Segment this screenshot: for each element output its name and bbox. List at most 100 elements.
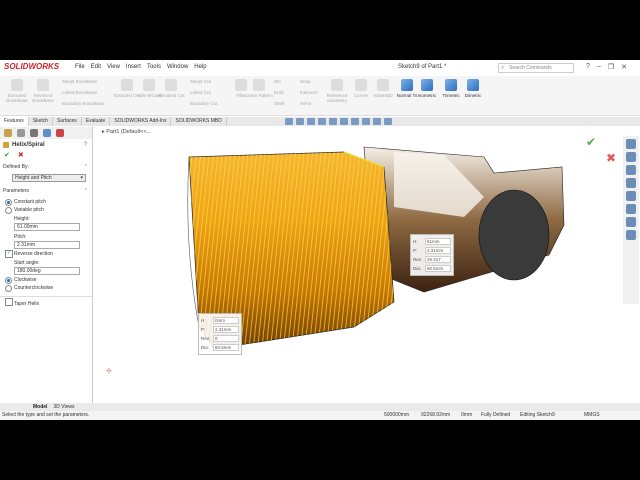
view-palette-icon[interactable] <box>626 191 636 201</box>
linear-pattern-button[interactable]: Linear Pattern <box>244 78 274 112</box>
constant-pitch-radio[interactable]: Constant pitch <box>0 197 92 206</box>
curves-label: Curves <box>353 93 369 98</box>
confirm-corner-ok-icon[interactable]: ✔ <box>586 135 596 149</box>
callout-height-value[interactable]: 61mm <box>425 238 451 245</box>
graphics-area[interactable]: ▸ Part1 (Default<<... H: 61mm P: 2.31mm Re… <box>94 127 622 405</box>
configuration-manager-icon[interactable] <box>30 129 38 137</box>
start-height-value[interactable]: 0mm <box>213 317 239 324</box>
variable-pitch-radio[interactable]: Variable pitch <box>0 205 92 214</box>
tab-evaluate[interactable]: Evaluate <box>82 117 111 126</box>
start-angle-field[interactable]: 180.00deg <box>14 267 80 275</box>
dimxpert-icon[interactable] <box>43 129 51 137</box>
tab-mbd[interactable]: SOLIDWORKS MBD <box>171 117 227 126</box>
intersect-button[interactable]: Intersect <box>300 90 317 95</box>
linear-pattern-label: Linear Pattern <box>244 93 274 98</box>
appearance-icon[interactable] <box>362 118 370 125</box>
appearances-icon[interactable] <box>626 204 636 214</box>
swept-boss-button[interactable]: Swept Boss/Base <box>62 79 97 84</box>
boundary-boss-button[interactable]: Boundary Boss/Base <box>62 101 104 106</box>
helix-start-callout[interactable]: H: 0mm P: 2.31mm Rev: 0 Dia: 60.5mm <box>198 313 242 355</box>
extruded-boss-label: Extruded Boss/Base <box>6 93 28 103</box>
resources-icon[interactable] <box>626 152 636 162</box>
design-library-icon[interactable] <box>626 165 636 175</box>
hide-show-icon[interactable] <box>351 118 359 125</box>
start-rev-value[interactable]: 0 <box>213 335 239 342</box>
defined-by-select[interactable]: Height and Pitch ▾ <box>12 174 86 182</box>
tab-features[interactable]: Features <box>0 117 29 126</box>
property-manager-icon[interactable] <box>17 129 25 137</box>
menu-help[interactable]: Help <box>194 64 206 70</box>
start-pitch-value[interactable]: 2.31mm <box>213 326 239 333</box>
swept-cut-button[interactable]: Swept Cut <box>190 79 211 84</box>
status-hint: Select the type and set the parameters. <box>2 412 90 418</box>
display-style-icon[interactable] <box>340 118 348 125</box>
menu-edit[interactable]: Edit <box>91 64 101 70</box>
bottom-tabs: Model 3D Views <box>0 403 640 411</box>
tab-3d-views[interactable]: 3D Views <box>53 404 74 411</box>
tab-surfaces[interactable]: Surfaces <box>53 117 82 126</box>
start-dia-value[interactable]: 60.5mm <box>213 344 239 351</box>
scene-icon[interactable] <box>373 118 381 125</box>
shell-button[interactable]: Shell <box>274 101 284 106</box>
close-icon[interactable]: ✕ <box>621 63 627 71</box>
status-units[interactable]: MMGS <box>584 412 600 418</box>
window-controls: ? – ❐ ✕ <box>586 63 627 71</box>
section-view-icon[interactable] <box>318 118 326 125</box>
start-dia-row: Dia: 60.5mm <box>201 343 239 352</box>
pitch-label: Pitch: <box>14 234 27 240</box>
search-commands-input[interactable]: ⌕ Search Commands <box>498 63 574 73</box>
tab-addins[interactable]: SOLIDWORKS Add-Ins <box>110 117 172 126</box>
rib-button[interactable]: Rib <box>274 79 281 84</box>
zoom-area-icon[interactable] <box>296 118 304 125</box>
revolved-cut-button[interactable]: Revolved Cut <box>156 78 186 112</box>
draft-button[interactable]: Draft <box>274 90 284 95</box>
menu-insert[interactable]: Insert <box>126 64 141 70</box>
callout-rev-value[interactable]: 26.417 <box>425 256 451 263</box>
confirm-corner-cancel-icon[interactable]: ✖ <box>606 151 616 165</box>
custom-properties-icon[interactable] <box>626 217 636 227</box>
cancel-button[interactable]: ✖ <box>18 151 24 161</box>
restore-icon[interactable]: ❐ <box>608 63 614 71</box>
helix-preview-graphic <box>187 146 565 350</box>
reference-geometry-label: Reference Geometry <box>326 93 348 103</box>
lofted-boss-button[interactable]: Lofted Boss/Base <box>62 90 97 95</box>
status-x: 500000mm <box>384 412 410 418</box>
callout-dia-value[interactable]: 60.5mm <box>425 265 451 272</box>
minimize-icon[interactable]: – <box>597 63 601 71</box>
forum-icon[interactable] <box>626 230 636 240</box>
zoom-to-fit-icon[interactable] <box>285 118 293 125</box>
tab-sketch[interactable]: Sketch <box>29 117 54 126</box>
pitch-field[interactable]: 2.31mm <box>14 241 80 249</box>
wrap-button[interactable]: Wrap <box>300 79 311 84</box>
defined-by-header[interactable]: Defined By: ⌃ <box>0 161 92 173</box>
view-settings-icon[interactable] <box>384 118 392 125</box>
parameters-header[interactable]: Parameters ⌃ <box>0 185 92 197</box>
home-icon[interactable] <box>626 139 636 149</box>
boundary-cut-button[interactable]: Boundary Cut <box>190 101 218 106</box>
view-orientation-icon[interactable] <box>329 118 337 125</box>
dimetric-button[interactable]: Dimetric <box>458 78 488 112</box>
counterclockwise-radio[interactable]: Counterclockwise <box>0 283 92 292</box>
mirror-button[interactable]: Mirror <box>300 101 312 106</box>
revolved-boss-button[interactable]: Revolved Boss/Base <box>28 78 58 112</box>
menu-tools[interactable]: Tools <box>147 64 161 70</box>
help-button[interactable]: ? <box>84 142 87 148</box>
display-manager-icon[interactable] <box>56 129 64 137</box>
clockwise-radio[interactable]: Clockwise <box>0 275 92 284</box>
ok-button[interactable]: ✔ <box>4 151 10 161</box>
feature-manager-icon[interactable] <box>4 129 12 137</box>
menu-file[interactable]: File <box>75 64 85 70</box>
help-icon[interactable]: ? <box>586 63 590 71</box>
previous-view-icon[interactable] <box>307 118 315 125</box>
callout-pitch-value[interactable]: 2.31mm <box>425 247 451 254</box>
taper-helix-checkbox[interactable]: Taper Helix <box>0 296 92 307</box>
height-field[interactable]: 61.00mm <box>14 223 80 231</box>
menu-view[interactable]: View <box>107 64 120 70</box>
menu-window[interactable]: Window <box>167 64 188 70</box>
feature-tree-flyout[interactable]: ▸ Part1 (Default<<... <box>102 129 151 135</box>
tab-model[interactable]: Model <box>33 404 47 411</box>
reverse-direction-checkbox[interactable]: Reverse direction <box>0 249 92 258</box>
helix-end-callout[interactable]: H: 61mm P: 2.31mm Rev: 26.417 Dia: 60.5mm <box>410 234 454 276</box>
file-explorer-icon[interactable] <box>626 178 636 188</box>
lofted-cut-button[interactable]: Lofted Cut <box>190 90 211 95</box>
